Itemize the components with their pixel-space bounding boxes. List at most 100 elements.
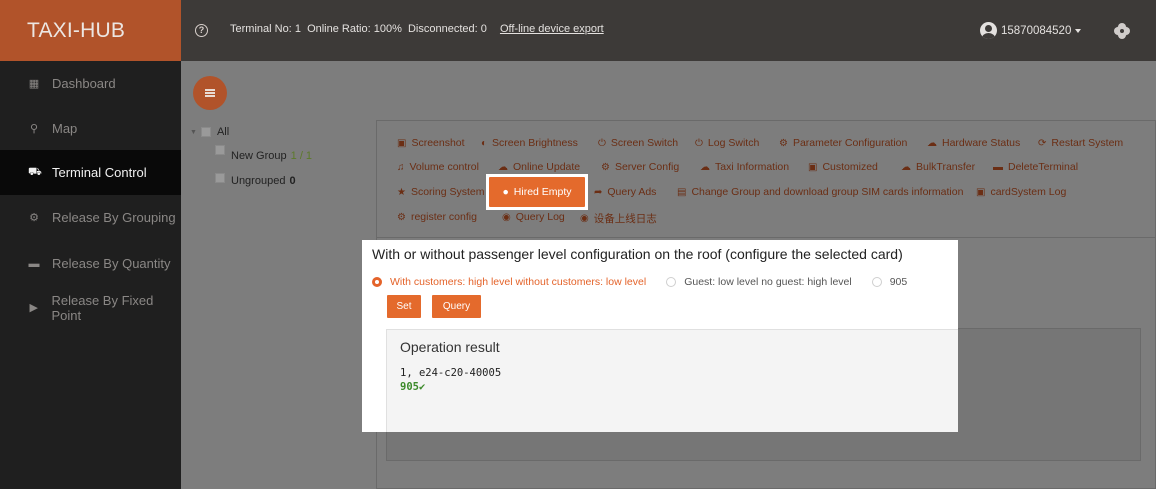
star-icon: ★ [397,186,406,198]
result-area-overflow [386,432,958,461]
group-icon: ⚙ [29,212,39,224]
cmd-label: Screen Brightness [492,137,578,149]
tree-group-label: New Group [231,150,287,162]
chevron-down-icon [1075,28,1082,33]
cmd-label: Scoring System [410,186,485,198]
hired-empty-dialog: With or without passenger level configur… [362,240,958,432]
cmd-restart-system[interactable]: ⟳ Restart System [1038,137,1123,149]
caret-down-icon[interactable]: ▼ [190,129,197,136]
level-options: With customers: high level without custo… [372,276,927,288]
brand-logo[interactable]: TAXI-HUB [0,0,181,61]
user-avatar-icon [980,22,997,39]
brightness-icon: ◐ [481,137,488,149]
sidebar-item-release-by-fixed-point[interactable]: ▶ Release By Fixed Point [0,285,181,330]
online-ratio: 100% [373,23,402,35]
cmd-device-online-log[interactable]: ◉ 设备上线日志 [580,211,657,226]
result-line: 1, e24-c20-40005 [400,367,502,379]
cmd-hired-empty[interactable]: ● Hired Empty [489,177,585,207]
cmd-scoring-system[interactable]: ★ Scoring System [397,186,485,198]
sidebar-item-release-by-quantity[interactable]: ▬ Release By Quantity [0,241,181,286]
pin-icon: ◉ [502,211,511,223]
terminal-no-label: Terminal No: [230,23,292,35]
cmd-label: Change Group and download group SIM card… [691,186,964,198]
tree-root[interactable]: ▼ All [190,126,229,138]
cmd-label: Screenshot [411,137,465,149]
divider [376,237,1156,238]
cloud-icon: ☁ [901,161,911,173]
power-icon: ⏻ [598,137,606,149]
cmd-label: Hardware Status [942,137,1021,149]
power-icon: ⏻ [695,137,703,149]
cmd-taxi-information[interactable]: ☁ Taxi Information [700,161,789,173]
tree-group-label: Ungrouped [231,175,286,187]
tree-group-new-group[interactable]: New Group 1 / 1 [215,145,313,162]
tree-group-ungrouped[interactable]: Ungrouped 0 [215,173,296,187]
option-label: With customers: high level without custo… [390,276,647,288]
sidebar-item-label: Release By Quantity [52,256,171,271]
option-guest-low[interactable]: Guest: low level no guest: high level [666,276,852,288]
radio[interactable] [871,277,882,287]
cmd-change-group[interactable]: ▤ Change Group and download group SIM car… [677,186,963,198]
cmd-card-system-log[interactable]: ▣ cardSystem Log [976,186,1066,198]
sidebar-item-release-by-grouping[interactable]: ⚙ Release By Grouping [0,195,181,240]
cmd-log-switch[interactable]: ⏻ Log Switch [695,137,759,149]
cmd-label: Online Update [513,161,581,173]
disconnected-count: 0 [480,23,487,35]
cmd-bulk-transfer[interactable]: ☁ BulkTransfer [901,161,975,173]
checkbox[interactable] [215,145,225,155]
cmd-label: Query Log [515,211,565,223]
radio[interactable] [666,277,677,287]
operation-result-panel: Operation result 1, e24-c20-40005 905✔ [386,329,958,432]
checkbox[interactable] [215,173,225,183]
cmd-label: DeleteTerminal [1008,161,1079,173]
cmd-register-config[interactable]: ⚙ register config [397,211,477,223]
tree-toggle-button[interactable] [193,76,227,110]
cmd-query-log[interactable]: ◉ Query Log [502,211,565,223]
cmd-parameter-configuration[interactable]: ⚙ Parameter Configuration [779,137,907,149]
cloud-icon: ☁ [927,137,937,149]
radio-selected[interactable] [372,277,382,287]
cmd-label: Screen Switch [610,137,679,149]
cmd-delete-terminal[interactable]: ▬ DeleteTerminal [993,161,1078,173]
option-label: 905 [889,276,908,288]
sidebar: ▦ Dashboard ⚲ Map ⛟ Terminal Control ⚙ R… [0,61,181,489]
cmd-query-ads[interactable]: ➦ Query Ads [594,186,656,198]
car-icon: ⛟ [28,165,42,178]
cmd-label: Taxi Information [715,161,790,173]
card-icon: ▬ [28,257,40,270]
sidebar-item-label: Map [52,121,78,136]
user-icon: ● [502,186,509,198]
checkbox[interactable] [200,127,211,137]
folder-icon: ▤ [677,186,687,198]
result-area-overflow [958,328,1141,461]
cmd-hardware-status[interactable]: ☁ Hardware Status [927,137,1020,149]
map-icon: ⚲ [29,123,39,135]
sidebar-item-terminal-control[interactable]: ⛟ Terminal Control [0,150,181,195]
cmd-label: cardSystem Log [990,186,1067,198]
cmd-online-update[interactable]: ☁ Online Update [498,161,580,173]
briefcase-icon: ▣ [976,186,986,198]
sidebar-item-map[interactable]: ⚲ Map [0,106,181,151]
cmd-screen-switch[interactable]: ⏻ Screen Switch [598,137,678,149]
cmd-label: Query Ads [607,186,657,198]
cmd-screenshot[interactable]: ▣ Screenshot [397,137,465,149]
cmd-screen-brightness[interactable]: ◐ Screen Brightness [481,137,578,149]
option-905[interactable]: 905 [871,276,908,288]
sidebar-item-dashboard[interactable]: ▦ Dashboard [0,61,181,106]
set-button[interactable]: Set [387,295,421,318]
gear-icon[interactable] [1116,25,1128,37]
option-with-customers-high[interactable]: With customers: high level without custo… [372,276,646,288]
cmd-server-config[interactable]: ⚙ Server Config [601,161,679,173]
help-icon[interactable]: ? [195,24,208,37]
cmd-volume-control[interactable]: ♫ Volume control [397,161,479,173]
offline-export-link[interactable]: Off-line device export [500,23,604,35]
tree-group-count: 1 / 1 [290,150,313,162]
cmd-customized[interactable]: ▣ Customized [808,161,878,173]
terminal-no: 1 [294,23,301,35]
query-button[interactable]: Query [432,295,481,318]
cmd-label: Hired Empty [513,186,572,198]
cloud-icon: ☁ [700,161,710,173]
cmd-label: Volume control [409,161,479,173]
share-icon: ➦ [594,186,603,198]
user-menu[interactable]: 15870084520 [980,22,1082,39]
